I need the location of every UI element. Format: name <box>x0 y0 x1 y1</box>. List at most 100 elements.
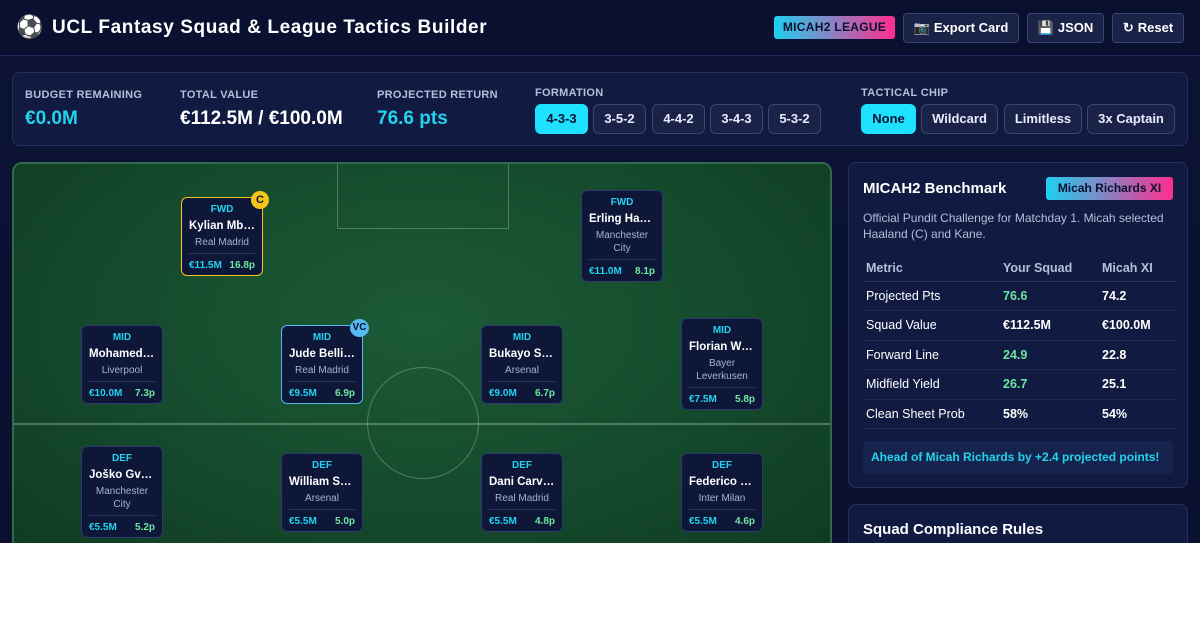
player-name: Dani Carvajal <box>489 476 562 488</box>
player-club: Bayer Leverkusen <box>696 358 748 382</box>
player-name: William Saliba <box>289 476 362 488</box>
benchmark-result-note: Ahead of Micah Richards by +2.4 projecte… <box>863 441 1173 474</box>
player-price: €5.5M <box>489 516 517 527</box>
table-row: Projected Pts 76.6 74.2 <box>863 281 1175 311</box>
metric-name: Forward Line <box>863 340 1000 370</box>
center-circle <box>367 367 479 479</box>
player-stats: €5.5M 5.0p <box>289 509 355 531</box>
soccer-ball-icon: ⚽ <box>16 14 44 39</box>
benchmark-tag: Micah Richards XI <box>1046 177 1173 200</box>
player-price: €5.5M <box>89 522 117 533</box>
json-label: JSON <box>1057 20 1094 35</box>
player-card[interactable]: MID Mohamed Salah Liverpool €10.0M 7.3p <box>81 325 163 404</box>
captain-badge: C <box>251 191 269 209</box>
player-points: 16.8p <box>229 260 255 271</box>
player-points: 6.7p <box>534 388 555 399</box>
player-card[interactable]: DEF Federico Dimarco Inter Milan €5.5M 4… <box>681 453 763 532</box>
formation-5-3-2-button[interactable]: 5-3-2 <box>768 104 821 134</box>
json-button[interactable]: 💾 JSON <box>1027 13 1104 43</box>
player-card[interactable]: DEF William Saliba Arsenal €5.5M 5.0p <box>281 453 363 532</box>
player-card[interactable]: DEF Dani Carvajal Real Madrid €5.5M 4.8p <box>481 453 563 532</box>
player-card[interactable]: MID Jude Bellingham Real Madrid €9.5M 6.… <box>281 319 369 404</box>
player-club: Arsenal <box>305 493 339 504</box>
table-row: Forward Line 24.9 22.8 <box>863 340 1175 370</box>
player-points: 8.1p <box>634 266 655 277</box>
player-position: DEF <box>712 460 732 471</box>
compliance-panel: Squad Compliance Rules <box>848 504 1188 543</box>
player-points: 4.6p <box>734 516 755 527</box>
player-name: Florian Wirtz <box>689 341 759 353</box>
metric-name: Clean Sheet Prob <box>863 399 1000 429</box>
player-name: Mohamed Salah <box>89 348 162 360</box>
your-squad-value: 76.6 <box>1000 281 1099 311</box>
player-price: €9.5M <box>289 388 317 399</box>
micah-value: €100.0M <box>1099 310 1175 341</box>
player-stats: €5.5M 4.6p <box>689 509 755 531</box>
player-name: Erling Haaland <box>589 213 662 225</box>
camera-icon: 📷 <box>913 20 930 35</box>
player-points: 5.2p <box>134 522 155 533</box>
column-header-your-squad: Your Squad <box>1000 255 1099 282</box>
metric-name: Midfield Yield <box>863 369 1000 400</box>
player-stats: €11.0M 8.1p <box>589 259 655 281</box>
player-position: FWD <box>610 197 634 208</box>
player-position: MID <box>312 332 332 343</box>
player-position: MID <box>512 332 532 343</box>
player-price: €5.5M <box>289 516 317 527</box>
column-header-micah-xi: Micah XI <box>1099 255 1175 282</box>
benchmark-panel: MICAH2 Benchmark Micah Richards XI Offic… <box>848 162 1188 488</box>
table-header-row: Metric Your Squad Micah XI <box>863 255 1175 282</box>
total-value-label: TOTAL VALUE <box>180 89 259 101</box>
player-card[interactable]: MID Florian Wirtz Bayer Leverkusen €7.5M… <box>681 318 763 410</box>
player-club: Inter Milan <box>698 493 746 504</box>
player-price: €11.0M <box>589 266 622 277</box>
floppy-disk-icon: 💾 <box>1037 20 1054 35</box>
app-title: UCL Fantasy Squad & League Tactics Build… <box>52 17 488 38</box>
player-club: Real Madrid <box>195 237 249 248</box>
benchmark-table: Metric Your Squad Micah XI Projected Pts… <box>863 255 1175 429</box>
player-club: Liverpool <box>101 365 143 376</box>
player-club: Real Madrid <box>295 365 349 376</box>
table-row: Squad Value €112.5M €100.0M <box>863 310 1175 341</box>
player-name: Kylian Mbappé <box>189 220 262 232</box>
chip-wildcard-button[interactable]: Wildcard <box>921 104 998 134</box>
player-stats: €10.0M 7.3p <box>89 381 155 403</box>
formation-3-4-3-button[interactable]: 3-4-3 <box>710 104 763 134</box>
player-card[interactable]: DEF Joško Gvardiol Manchester City €5.5M… <box>81 446 163 538</box>
chip-3x-captain-button[interactable]: 3x Captain <box>1087 104 1175 134</box>
formation-4-3-3-button[interactable]: 4-3-3 <box>535 104 588 134</box>
budget-value: €0.0M <box>25 108 78 129</box>
chip-limitless-button[interactable]: Limitless <box>1004 104 1082 134</box>
total-value: €112.5M / €100.0M <box>180 108 343 129</box>
metric-name: Projected Pts <box>863 281 1000 311</box>
player-card[interactable]: FWD Erling Haaland Manchester City €11.0… <box>581 190 663 282</box>
player-position: MID <box>712 325 732 336</box>
player-position: DEF <box>512 460 532 471</box>
player-name: Jude Bellingham <box>289 348 362 360</box>
reset-button[interactable]: ↻ Reset <box>1112 13 1184 43</box>
stats-bar: BUDGET REMAINING €0.0M TOTAL VALUE €112.… <box>12 72 1188 146</box>
export-card-button[interactable]: 📷 Export Card <box>903 13 1019 43</box>
benchmark-title: MICAH2 Benchmark <box>863 180 1007 197</box>
chip-none-button[interactable]: None <box>861 104 916 134</box>
micah-value: 54% <box>1099 399 1175 429</box>
player-name: Federico Dimarco <box>689 476 762 488</box>
micah-value: 74.2 <box>1099 281 1175 311</box>
column-header-metric: Metric <box>863 255 1000 282</box>
player-card[interactable]: FWD Kylian Mbappé Real Madrid €11.5M 16.… <box>181 191 269 276</box>
app-window: ⚽ UCL Fantasy Squad & League Tactics Bui… <box>0 0 1200 543</box>
reset-label: Reset <box>1137 20 1174 35</box>
projected-return-label: PROJECTED RETURN <box>377 89 498 101</box>
export-card-label: Export Card <box>933 20 1009 35</box>
pitch: FWD Kylian Mbappé Real Madrid €11.5M 16.… <box>12 162 832 543</box>
vice-captain-badge: VC <box>350 319 369 337</box>
formation-3-5-2-button[interactable]: 3-5-2 <box>593 104 646 134</box>
formation-4-4-2-button[interactable]: 4-4-2 <box>652 104 705 134</box>
top-header: ⚽ UCL Fantasy Squad & League Tactics Bui… <box>0 0 1200 56</box>
your-squad-value: 26.7 <box>1000 369 1099 400</box>
your-squad-value: 58% <box>1000 399 1099 429</box>
player-card[interactable]: MID Bukayo Saka Arsenal €9.0M 6.7p <box>481 325 563 404</box>
player-position: DEF <box>312 460 332 471</box>
player-position: FWD <box>210 204 234 215</box>
formation-label: FORMATION <box>535 87 604 99</box>
